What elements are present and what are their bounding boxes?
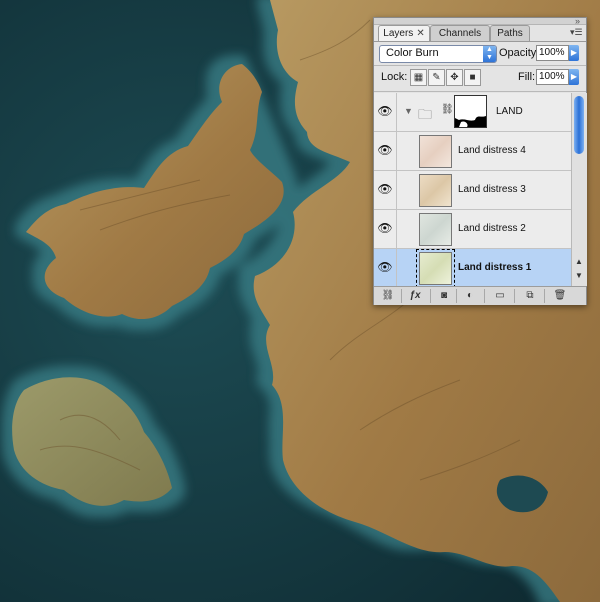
blend-mode-select[interactable]: Color Burn ▲ ▼ bbox=[379, 45, 497, 63]
layer-name: Land distress 1 bbox=[458, 262, 532, 273]
mask-shape-icon bbox=[455, 96, 486, 127]
lock-all-icon[interactable]: ■ bbox=[464, 69, 481, 86]
scroll-up-icon[interactable]: ▲ bbox=[575, 257, 583, 266]
eye-icon[interactable]: 👁 bbox=[376, 180, 394, 198]
link-layers-icon[interactable]: ⛓ bbox=[378, 289, 398, 303]
tab-channels-label: Channels bbox=[438, 28, 482, 39]
panel-menu-icon[interactable]: ▾☰ bbox=[570, 27, 583, 37]
layer-name: Land distress 3 bbox=[458, 184, 526, 195]
fill-slider-arrow-icon[interactable]: ▶ bbox=[569, 69, 579, 85]
tab-layers-label: Layers bbox=[383, 28, 414, 39]
layer-style-icon[interactable]: ƒx bbox=[405, 289, 425, 303]
collapse-icon[interactable]: » bbox=[575, 17, 580, 26]
lock-pixels-icon[interactable]: ✎ bbox=[428, 69, 445, 86]
scrollbar-thumb[interactable] bbox=[574, 96, 584, 154]
panel-tabs: Layers ✕ Channels Paths bbox=[378, 25, 582, 42]
divider bbox=[544, 289, 545, 303]
eye-icon[interactable]: 👁 bbox=[376, 141, 394, 159]
divider bbox=[456, 289, 457, 303]
tab-paths[interactable]: Paths bbox=[490, 25, 530, 41]
tab-channels[interactable]: Channels bbox=[430, 25, 490, 41]
divider bbox=[374, 65, 586, 66]
layer-mask-thumbnail[interactable] bbox=[454, 95, 487, 128]
expand-triangle-icon[interactable]: ▼ bbox=[404, 106, 413, 116]
add-mask-icon[interactable]: ◙ bbox=[434, 289, 454, 303]
layer-row-land-group[interactable]: 👁 ▼ 🗀 ⛓ LAND bbox=[374, 93, 571, 132]
layers-scrollbar[interactable]: ▲ ▼ bbox=[571, 93, 587, 286]
layers-panel[interactable]: » Layers ✕ Channels Paths ▾☰ Color Burn ▲… bbox=[373, 17, 587, 305]
divider bbox=[374, 41, 586, 42]
layer-name: Land distress 2 bbox=[458, 223, 526, 234]
opacity-label: Opacity: bbox=[499, 47, 540, 59]
layer-thumbnail[interactable] bbox=[416, 249, 455, 286]
layer-thumbnail[interactable] bbox=[419, 135, 452, 168]
adjustment-layer-icon[interactable]: ◐ bbox=[460, 289, 480, 303]
opacity-slider-arrow-icon[interactable]: ▶ bbox=[569, 45, 579, 61]
trash-icon[interactable]: 🗑 bbox=[550, 289, 570, 303]
tab-paths-label: Paths bbox=[497, 28, 523, 39]
layer-row[interactable]: 👁 Land distress 3 bbox=[374, 171, 571, 210]
updown-arrows-icon: ▲ ▼ bbox=[483, 46, 496, 62]
eye-icon[interactable]: 👁 bbox=[376, 219, 394, 237]
divider bbox=[374, 91, 586, 92]
layer-row-selected[interactable]: 👁 Land distress 1 bbox=[374, 249, 571, 286]
layer-list: 👁 ▼ 🗀 ⛓ LAND 👁 Land distress 4 👁 Land di… bbox=[374, 93, 571, 286]
folder-icon: 🗀 bbox=[418, 106, 432, 122]
eye-icon[interactable]: 👁 bbox=[376, 258, 394, 276]
divider bbox=[484, 289, 485, 303]
divider bbox=[401, 289, 402, 303]
lock-transparency-icon[interactable]: ▦ bbox=[410, 69, 427, 86]
fill-input[interactable]: 100% bbox=[536, 69, 569, 85]
link-icon[interactable]: ⛓ bbox=[441, 104, 454, 115]
lock-label: Lock: bbox=[381, 71, 408, 83]
layer-name: Land distress 4 bbox=[458, 145, 526, 156]
divider bbox=[514, 289, 515, 303]
tab-layers[interactable]: Layers ✕ bbox=[378, 25, 430, 42]
new-layer-icon[interactable]: ⧉ bbox=[520, 289, 540, 303]
fill-label: Fill: bbox=[518, 71, 536, 83]
panel-titlebar[interactable]: » bbox=[374, 17, 586, 26]
scroll-down-icon[interactable]: ▼ bbox=[575, 271, 583, 280]
layer-thumbnail[interactable] bbox=[419, 213, 452, 246]
panel-bottom-toolbar: ⛓ ƒx ◙ ◐ ▭ ⧉ 🗑 bbox=[374, 286, 586, 305]
layer-row[interactable]: 👁 Land distress 2 bbox=[374, 210, 571, 249]
layer-thumbnail[interactable] bbox=[419, 174, 452, 207]
eye-icon[interactable]: 👁 bbox=[376, 102, 394, 120]
blend-mode-value: Color Burn bbox=[386, 47, 439, 59]
layer-row[interactable]: 👁 Land distress 4 bbox=[374, 132, 571, 171]
close-icon[interactable]: ✕ bbox=[416, 28, 424, 39]
new-group-icon[interactable]: ▭ bbox=[490, 289, 510, 303]
divider bbox=[430, 289, 431, 303]
lock-position-icon[interactable]: ✥ bbox=[446, 69, 463, 86]
layer-name: LAND bbox=[496, 106, 523, 117]
opacity-input[interactable]: 100% bbox=[536, 45, 569, 61]
